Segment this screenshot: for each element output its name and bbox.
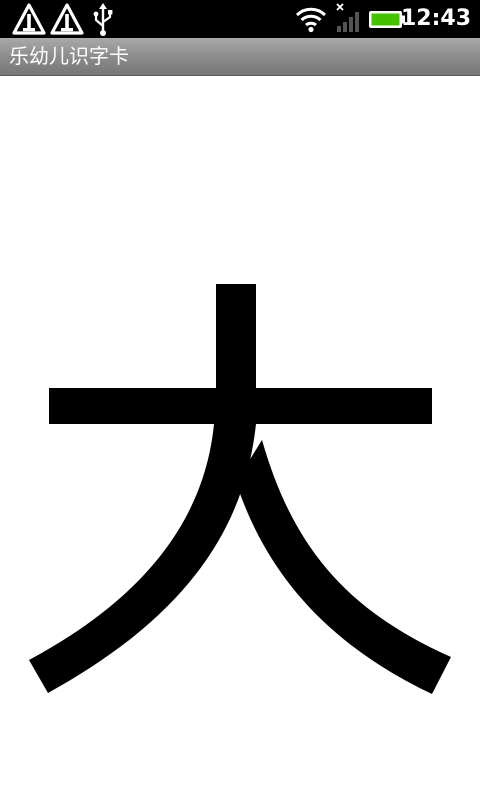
glyph-stroke-horizontal: [49, 388, 432, 424]
status-bar: 12:43: [0, 0, 480, 38]
no-signal-icon: [336, 3, 359, 32]
clock: 12:43: [400, 6, 471, 31]
usb-icon: [93, 3, 113, 36]
glyph-stroke-vertical: [216, 284, 256, 394]
glyph-stroke-right: [236, 440, 451, 694]
character-card[interactable]: [0, 77, 480, 800]
wifi-icon: [295, 7, 327, 33]
app-title: 乐幼儿识字卡: [9, 44, 129, 68]
warning-icon: [50, 3, 84, 35]
warning-icon: [12, 3, 46, 35]
glyph-stroke-left: [29, 424, 256, 693]
character-glyph: [29, 284, 451, 694]
title-bar: 乐幼儿识字卡: [0, 38, 480, 76]
